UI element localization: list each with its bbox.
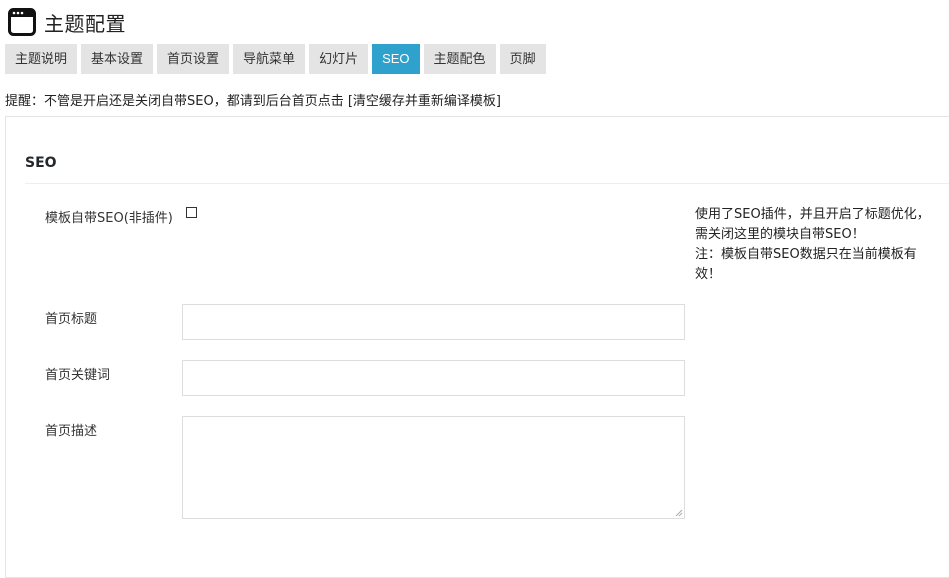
help-line: 使用了SEO插件，并且开启了标题优化，: [695, 207, 930, 222]
tab-slideshow[interactable]: 幻灯片: [309, 44, 369, 74]
tab-bar: 主题说明 基本设置 首页设置 导航菜单 幻灯片 SEO 主题配色 页脚: [5, 44, 546, 74]
section-divider: [25, 183, 949, 184]
page-header: 主题配置: [8, 6, 126, 38]
page-title: 主题配置: [44, 11, 126, 36]
home-title-label: 首页标题: [45, 312, 98, 327]
seo-toggle-checkbox[interactable]: [186, 207, 197, 218]
tab-theme-intro[interactable]: 主题说明: [5, 44, 78, 74]
home-description-textarea[interactable]: [182, 416, 685, 519]
tab-footer[interactable]: 页脚: [499, 44, 546, 74]
help-line: 注：模板自带SEO数据只在当前模板有: [695, 247, 917, 262]
section-title: SEO: [25, 155, 57, 171]
help-line: 效！: [695, 267, 722, 282]
help-line: 需关闭这里的模块自带SEO！: [695, 227, 865, 242]
home-title-input[interactable]: [182, 304, 685, 340]
reminder-text: 提醒：不管是开启还是关闭自带SEO，都请到后台首页点击 [清空缓存并重新编译模板…: [5, 94, 501, 109]
resize-grip-icon[interactable]: [675, 509, 683, 517]
tab-theme-colors[interactable]: 主题配色: [423, 44, 496, 74]
seo-panel: SEO 模板自带SEO(非插件) 使用了SEO插件，并且开启了标题优化， 需关闭…: [5, 116, 949, 578]
seo-toggle-label: 模板自带SEO(非插件): [45, 211, 173, 226]
browser-window-icon: [8, 8, 36, 36]
home-keywords-label: 首页关键词: [45, 368, 111, 383]
tab-home-settings[interactable]: 首页设置: [157, 44, 230, 74]
tab-nav-menu[interactable]: 导航菜单: [233, 44, 306, 74]
seo-help-text: 使用了SEO插件，并且开启了标题优化， 需关闭这里的模块自带SEO！ 注：模板自…: [695, 205, 949, 285]
tab-basic-settings[interactable]: 基本设置: [81, 44, 154, 74]
home-description-label: 首页描述: [45, 424, 98, 439]
home-keywords-input[interactable]: [182, 360, 685, 396]
tab-seo[interactable]: SEO: [372, 44, 420, 74]
